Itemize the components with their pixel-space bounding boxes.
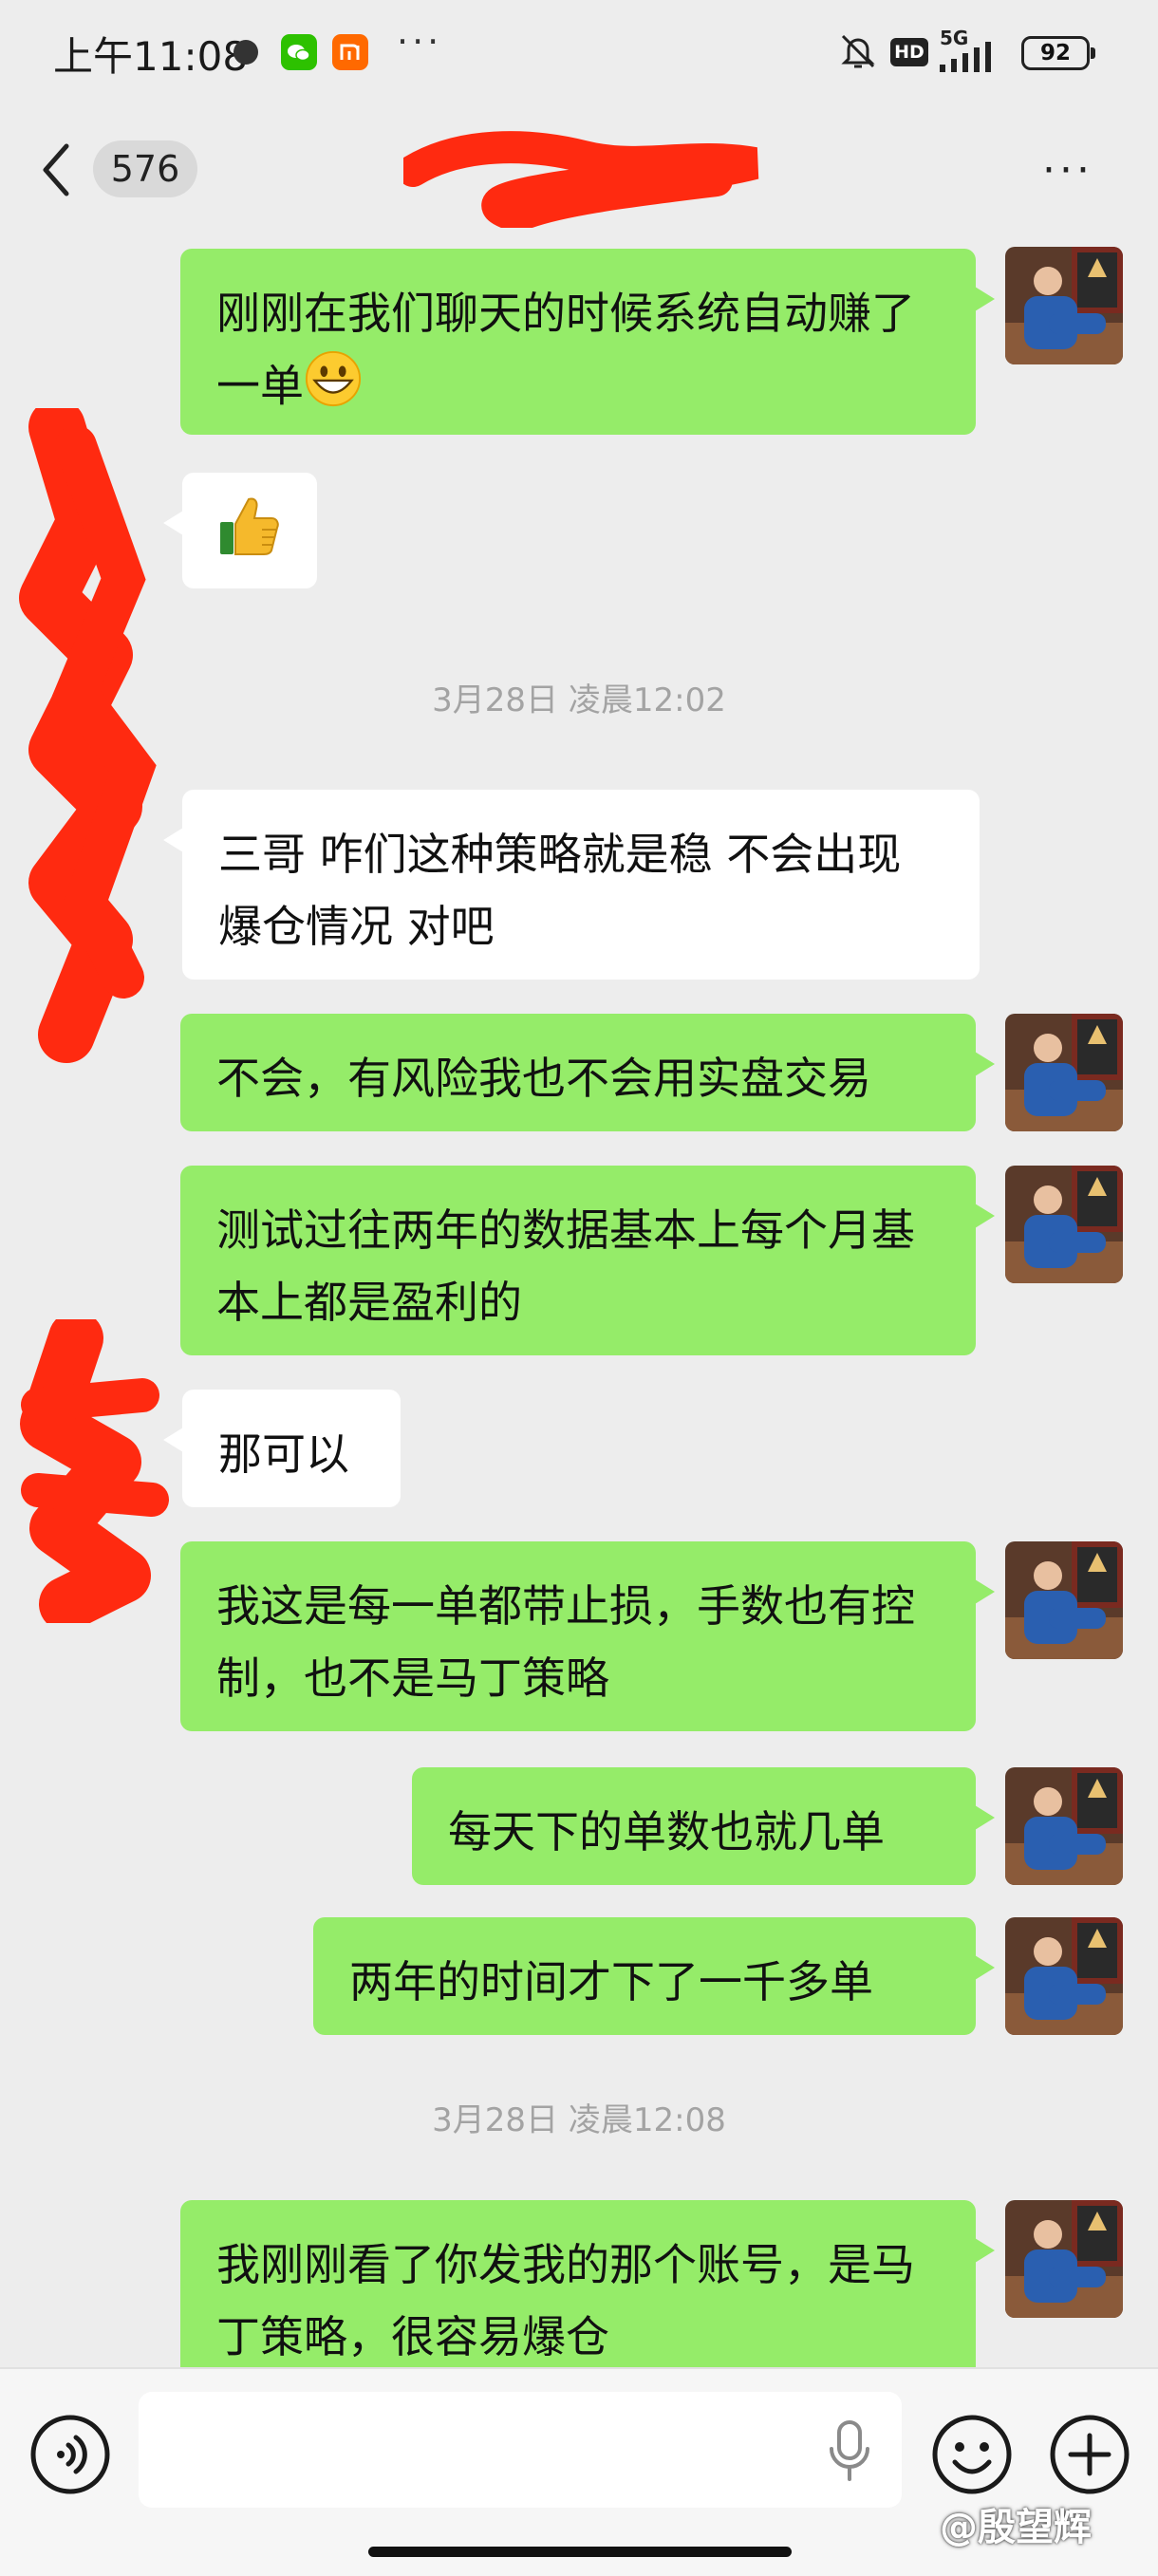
plus-icon — [1050, 2415, 1130, 2494]
message-bubble[interactable]: 不会，有风险我也不会用实盘交易 — [180, 1014, 995, 1131]
more-notifications-icon: ··· — [397, 21, 443, 63]
message-bubble[interactable] — [163, 473, 317, 588]
message-bubble[interactable]: 我刚刚看了你发我的那个账号，是马丁策略，很容易爆仓 — [180, 2200, 995, 2390]
redaction-scribble — [20, 1319, 169, 1623]
chat-title-redaction — [403, 131, 759, 228]
message-bubble[interactable]: 那可以 — [163, 1390, 401, 1507]
avatar-image — [1005, 1166, 1123, 1283]
voice-icon — [30, 2415, 110, 2494]
signal-icon — [940, 40, 1008, 76]
watermark: @殷望辉 — [940, 2506, 1092, 2549]
status-bar: 上午11:08 ··· HD 5G 92 — [0, 0, 1158, 104]
chevron-left-icon — [43, 143, 69, 196]
message-text: 测试过往两年的数据基本上每个月基本上都是盈利的 — [216, 1204, 915, 1328]
battery-indicator: 92 — [1021, 36, 1095, 70]
timestamp: 3月28日 凌晨12:02 — [432, 681, 726, 719]
avatar[interactable] — [1005, 1166, 1123, 1283]
message-bubble[interactable]: 每天下的单数也就几单 — [412, 1767, 995, 1885]
message-bubble[interactable]: 三哥 咋们这种策略就是稳 不会出现爆仓情况 对吧 — [163, 790, 980, 980]
message-text: 我这是每一单都带止损，手数也有控制，也不是马丁策略 — [216, 1580, 915, 1704]
mic-button[interactable] — [824, 2418, 875, 2485]
message-text: 每天下的单数也就几单 — [448, 1806, 885, 1857]
avatar[interactable] — [1005, 2200, 1123, 2318]
message-text: 那可以 — [218, 1428, 349, 1480]
voice-input-button[interactable] — [28, 2413, 112, 2496]
avatar[interactable] — [1005, 247, 1123, 364]
message-input[interactable] — [139, 2392, 902, 2508]
avatar-image — [1005, 2200, 1123, 2318]
message-text: 三哥 咋们这种策略就是稳 不会出现爆仓情况 对吧 — [218, 829, 902, 952]
input-bar: @殷望辉 — [0, 2367, 1158, 2576]
avatar-image — [1005, 247, 1123, 364]
avatar-image — [1005, 1767, 1123, 1885]
message-text: 我刚刚看了你发我的那个账号，是马丁策略，很容易爆仓 — [216, 2239, 915, 2362]
avatar-image — [1005, 1541, 1123, 1659]
avatar-image — [1005, 1917, 1123, 2035]
avatar[interactable] — [1005, 1767, 1123, 1885]
emoji-button[interactable] — [930, 2413, 1014, 2496]
message-bubble[interactable]: 我这是每一单都带止损，手数也有控制，也不是马丁策略 — [180, 1541, 995, 1731]
back-button[interactable] — [38, 140, 95, 199]
thumbs-up-emoji — [215, 497, 283, 570]
message-bubble[interactable]: 刚刚在我们聊天的时候系统自动赚了一单 — [180, 249, 995, 435]
hd-icon: HD — [890, 38, 928, 66]
avatar[interactable] — [1005, 1541, 1123, 1659]
home-indicator[interactable] — [368, 2547, 792, 2557]
message-bubble[interactable]: 两年的时间才下了一千多单 — [313, 1917, 995, 2035]
chat-more-button[interactable]: ··· — [1042, 150, 1093, 192]
mute-icon — [837, 30, 879, 76]
avatar-image — [1005, 1014, 1123, 1131]
message-text: 不会，有风险我也不会用实盘交易 — [216, 1053, 871, 1104]
wechat-notification-icon — [281, 34, 317, 70]
focus-mode-icon — [233, 40, 258, 65]
mi-notification-icon — [332, 34, 368, 70]
unread-count-badge[interactable]: 576 — [93, 140, 197, 197]
message-bubble[interactable]: 测试过往两年的数据基本上每个月基本上都是盈利的 — [180, 1166, 995, 1355]
message-text: 两年的时间才下了一千多单 — [349, 1956, 873, 2007]
timestamp: 3月28日 凌晨12:08 — [432, 2101, 726, 2139]
avatar[interactable] — [1005, 1917, 1123, 2035]
avatar[interactable] — [1005, 1014, 1123, 1131]
redaction-scribble — [19, 408, 157, 1063]
more-actions-button[interactable] — [1048, 2413, 1131, 2496]
status-time: 上午11:08 — [53, 33, 249, 80]
mic-icon — [830, 2420, 869, 2481]
grinning-face-emoji — [304, 349, 363, 429]
emoji-icon — [932, 2415, 1012, 2494]
